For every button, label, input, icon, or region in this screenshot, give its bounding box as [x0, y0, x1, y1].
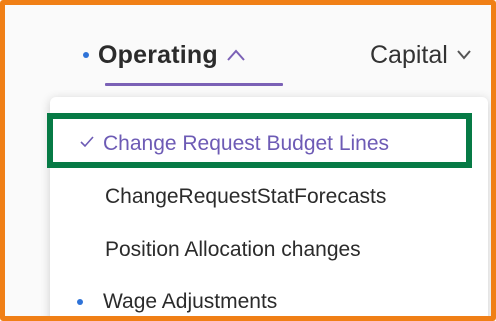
chevron-up-icon[interactable] — [226, 48, 246, 62]
tab-bar: Operating Capital — [5, 5, 491, 97]
check-icon — [79, 135, 95, 154]
screenshot-canvas: Operating Capital Change Request Budget … — [5, 5, 491, 316]
menu-item-changerequeststatforecasts[interactable]: ChangeRequestStatForecasts — [50, 172, 488, 222]
menu-item-label: ChangeRequestStatForecasts — [105, 185, 387, 208]
tab-capital-label: Capital — [370, 40, 448, 69]
active-tab-underline — [105, 83, 283, 86]
menu-item-wage-adjustments[interactable]: Wage Adjustments — [50, 277, 488, 316]
menu-item-lead — [50, 135, 103, 154]
menu-item-change-request-budget-lines[interactable]: Change Request Budget Lines — [50, 119, 488, 169]
menu-item-lead — [50, 299, 103, 305]
menu-item-label: Position Allocation changes — [105, 238, 361, 261]
tab-operating[interactable]: Operating — [83, 35, 246, 75]
operating-dropdown-menu: Change Request Budget Lines ChangeReques… — [50, 97, 488, 316]
wage-adjustments-indicator-dot — [77, 299, 83, 305]
tab-operating-label: Operating — [98, 40, 218, 69]
chevron-down-icon[interactable] — [456, 48, 472, 62]
menu-item-position-allocation-changes[interactable]: Position Allocation changes — [50, 225, 488, 275]
menu-item-label: Change Request Budget Lines — [103, 132, 390, 155]
menu-item-label: Wage Adjustments — [103, 290, 278, 313]
operating-indicator-dot — [83, 52, 89, 58]
tab-capital[interactable]: Capital — [370, 35, 472, 75]
